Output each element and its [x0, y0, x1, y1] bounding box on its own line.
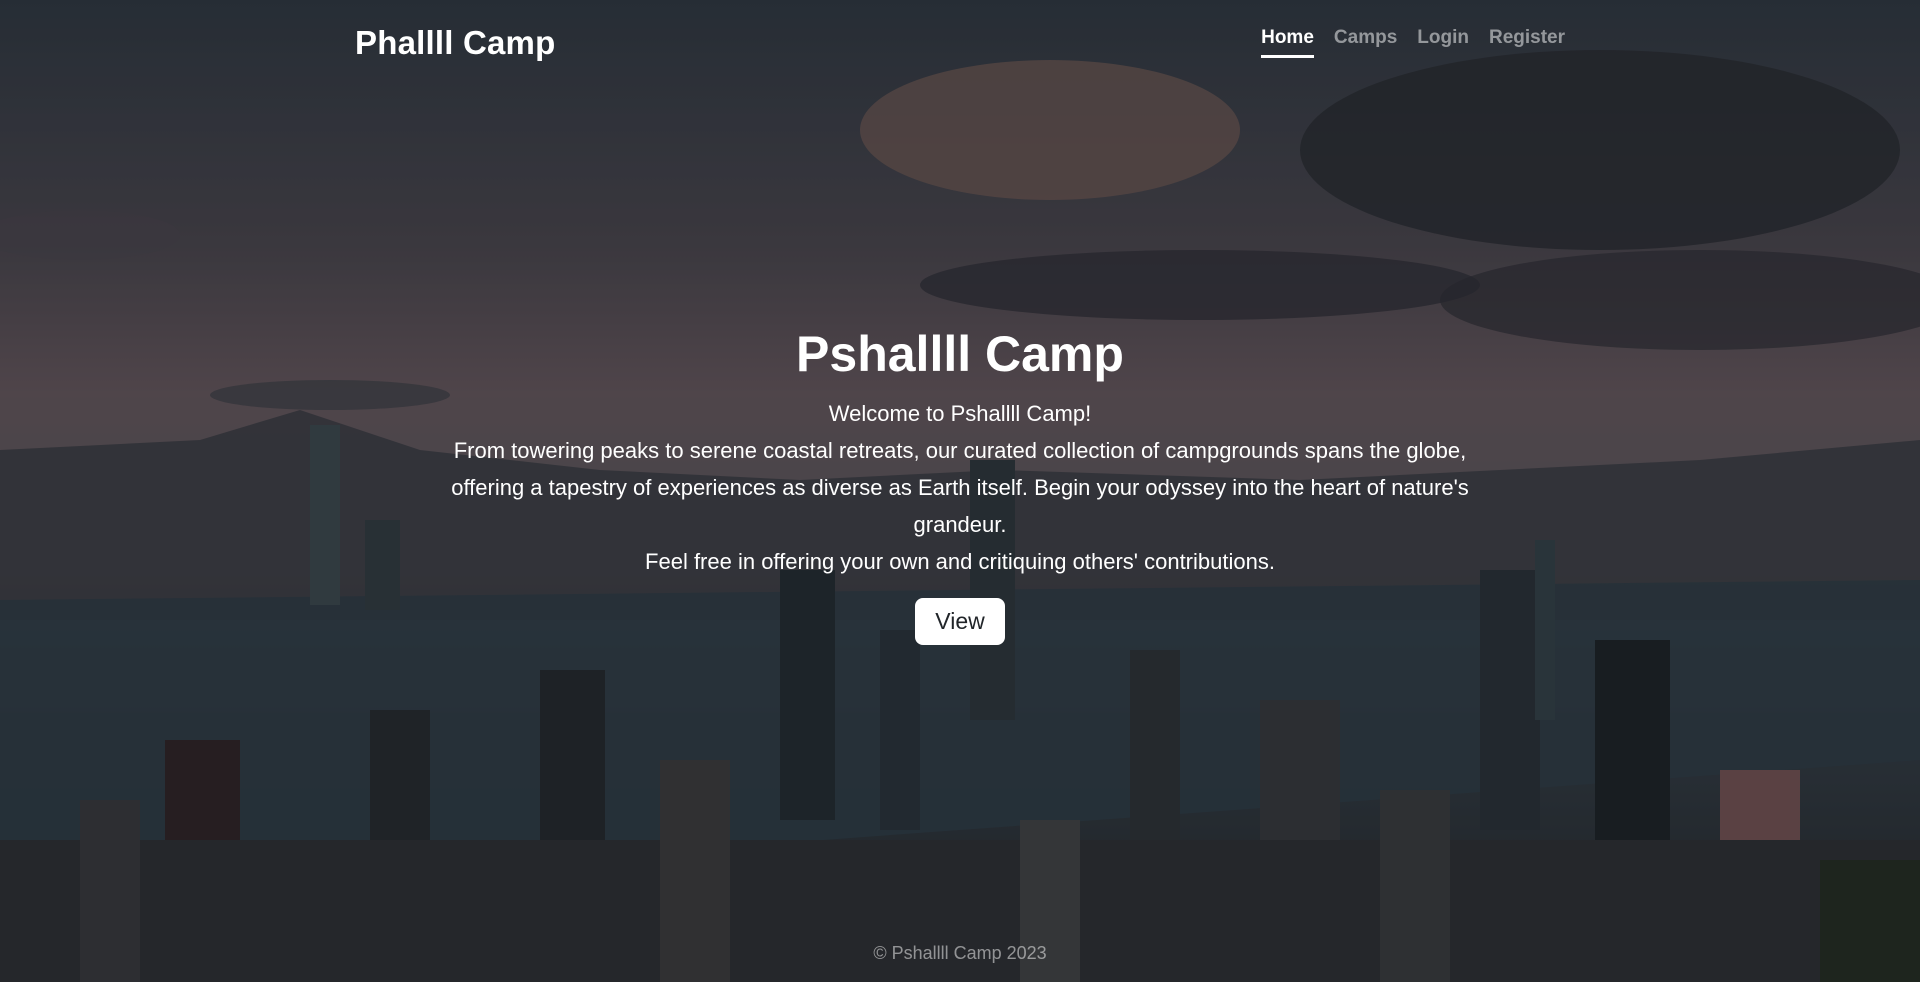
brand-title: Phallll Camp: [355, 23, 556, 61]
nav-link-login[interactable]: Login: [1417, 27, 1469, 58]
nav-link-register[interactable]: Register: [1489, 27, 1565, 58]
site-footer: © Pshallll Camp 2023: [873, 943, 1047, 963]
main-nav: Home Camps Login Register: [1261, 27, 1565, 58]
hero-welcome: Welcome to Pshallll Camp!: [828, 401, 1092, 426]
page-cover: Phallll Camp Home Camps Login Register P…: [0, 0, 1920, 982]
site-header: Phallll Camp Home Camps Login Register: [0, 0, 1920, 85]
hero-description: From towering peaks to serene coastal re…: [451, 438, 1469, 537]
hero-title: Pshallll Camp: [796, 326, 1124, 382]
view-button[interactable]: View: [915, 598, 1005, 645]
nav-link-camps[interactable]: Camps: [1334, 27, 1397, 58]
nav-link-home[interactable]: Home: [1261, 27, 1314, 58]
hero-section: Pshallll Camp Welcome to Pshallll Camp! …: [0, 85, 1920, 982]
hero-invite: Feel free in offering your own and criti…: [645, 549, 1275, 574]
